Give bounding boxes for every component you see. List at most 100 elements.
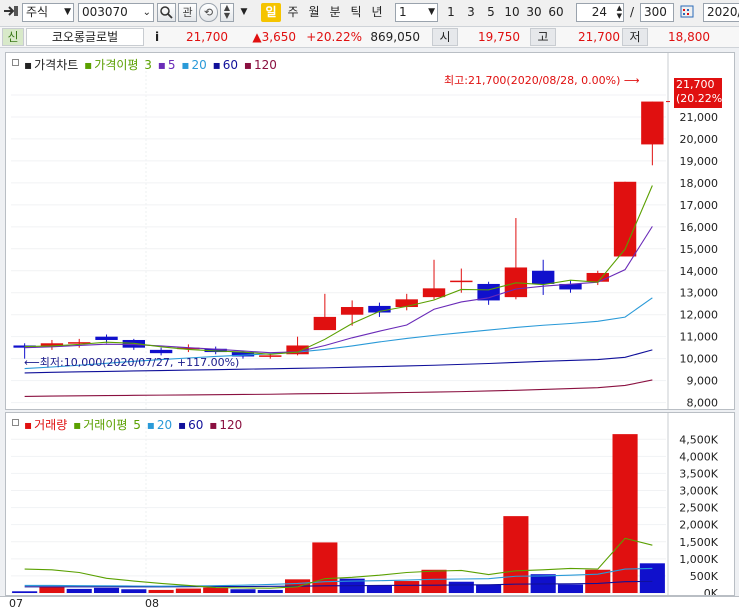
volume-bar-up [39,586,65,593]
chevron-down-icon[interactable]: ▼ [238,3,250,22]
price-tick-label: 17,000 [680,199,719,212]
price-ma5-line [24,226,653,354]
price-change: ▲3,650 [252,30,296,44]
price-tick-label: 15,000 [680,243,719,256]
watch-button[interactable]: 관 [178,3,197,22]
period-button-tick[interactable]: 틱 [346,3,366,22]
candle-up [586,272,609,282]
volume-bar-down [639,563,665,593]
total-count-value: 300 [644,5,667,19]
interval-label: 1 [447,5,455,19]
interval-button-1[interactable]: 1 [442,3,460,22]
price-tick-label: 18,000 [680,177,719,190]
market-badge: 신 [2,28,24,46]
candle-up [450,280,473,283]
chevron-down-icon: ▼ [428,7,435,17]
interval-button-3[interactable]: 3 [462,3,480,22]
candle-down [149,349,173,354]
volume-bar-down [121,589,147,593]
period-label: 월 [308,5,320,19]
zoom-count-stepper[interactable]: 24 ▲ ▼ [576,3,624,22]
candle-up [340,307,364,315]
x-axis: 07 08 [0,596,739,611]
toolbar: 주식 ▼ 003070 ⌄ 관 ⟲ ▲ ▼ ▼ 일 주 월 분 틱 년 1 ▼ 1… [0,0,739,27]
volume-bar-down [66,588,92,593]
date-field[interactable]: 2020/0 [703,3,739,22]
volume-bar-down [448,581,474,593]
arrow-right-icon: ⟶ [620,74,640,87]
calendar-settings-icon[interactable] [678,3,697,22]
arrow-left-icon: ⟵ [24,356,40,369]
current-tag-price: 21,700 [676,78,715,91]
stock-name[interactable]: 코오롱글로벌 [26,28,144,46]
volume-bar-down [257,589,283,593]
period-button-day[interactable]: 일 [261,3,281,22]
stock-code-input[interactable]: 003070 ⌄ [78,3,154,22]
volume-bar-down [230,589,256,593]
price-tick-label: 21,000 [680,111,719,124]
volume-ma5-line [24,537,653,589]
period-button-week[interactable]: 주 [283,3,303,22]
volume-bar-up [421,569,447,593]
candle-down [531,270,555,284]
interval-label: 30 [526,5,542,19]
volume-bar-up [175,588,201,593]
candle-up [641,101,664,145]
x-label-08: 08 [145,597,159,610]
total-count-field[interactable]: 300 [640,3,674,22]
interval-label: 60 [548,5,564,19]
interval-label: 10 [504,5,520,19]
price-tick-label: 13,000 [680,287,719,300]
interval-label: 3 [467,5,475,19]
interval-value: 1 [399,5,407,19]
volume-chart-panel[interactable]: ▪ 거래량 ▪ 거래이평 5 ▪ 20 ▪ 60 ▪ 120 0K 500K 1,000K 1,… [5,412,735,596]
interval-button-5[interactable]: 5 [482,3,500,22]
volume-bar-up [503,516,529,593]
low-price-note: ⟵최저:10,000(2020/07/27, +117.00%) [24,354,239,370]
market-type-select[interactable]: 주식 ▼ [22,3,74,22]
volume-tick-label: 500K [690,570,719,583]
link-arrow-icon[interactable] [2,3,21,22]
search-icon[interactable] [157,3,176,22]
period-label: 분 [329,5,341,19]
period-label: 일 [265,5,277,19]
current-price: 21,700 [186,30,228,44]
open-label: 시 [432,28,458,46]
low-value: 18,800 [668,30,710,44]
change-rate: +20.22% [306,30,362,44]
high-price-note: 최고:21,700(2020/08/28, 0.00%) ⟶ [444,72,640,88]
updown-stepper-icon: ▲ ▼ [616,4,622,20]
price-tick-label: 8,000 [687,397,719,409]
x-label-07: 07 [9,597,23,610]
updown-stepper-icon[interactable]: ▲ ▼ [220,3,234,22]
rotate-icon[interactable]: ⟲ [199,3,218,22]
volume-tick-label: 1,500K [679,536,718,549]
info-button[interactable]: i [152,29,162,45]
volume-tick-label: 4,500K [679,433,718,446]
period-button-minute[interactable]: 분 [325,3,345,22]
current-tag-rate: (20.22%) [676,92,727,105]
volume-tick-label: 2,500K [679,502,718,515]
interval-select[interactable]: 1 ▼ [395,3,438,22]
interval-button-30[interactable]: 30 [524,3,544,22]
period-button-year[interactable]: 년 [367,3,387,22]
date-value: 2020/0 [707,5,739,19]
price-chart-panel[interactable]: ▪ 가격차트 ▪ 가격이평 3 ▪ 5 ▪ 20 ▪ 60 ▪ 120 8,000 9,000… [5,52,735,410]
period-label: 틱 [350,5,362,19]
period-label: 년 [371,5,383,19]
candle-up [259,355,282,357]
price-tick-label: 12,000 [680,309,719,322]
high-value: 21,700 [578,30,620,44]
interval-button-10[interactable]: 10 [502,3,522,22]
volume-bar-down [12,591,38,593]
volume-tick-label: 3,500K [679,467,718,480]
volume-bar-down [366,585,392,593]
volume-tick-label: 3,000K [679,485,718,498]
candle-up [313,316,337,331]
current-price-tag: 21,700 (20.22%) [674,78,727,108]
volume-value: 869,050 [370,30,420,44]
price-ma3-line [24,185,653,355]
volume-bar-down [557,584,584,593]
interval-button-60[interactable]: 60 [546,3,566,22]
period-button-month[interactable]: 월 [304,3,324,22]
